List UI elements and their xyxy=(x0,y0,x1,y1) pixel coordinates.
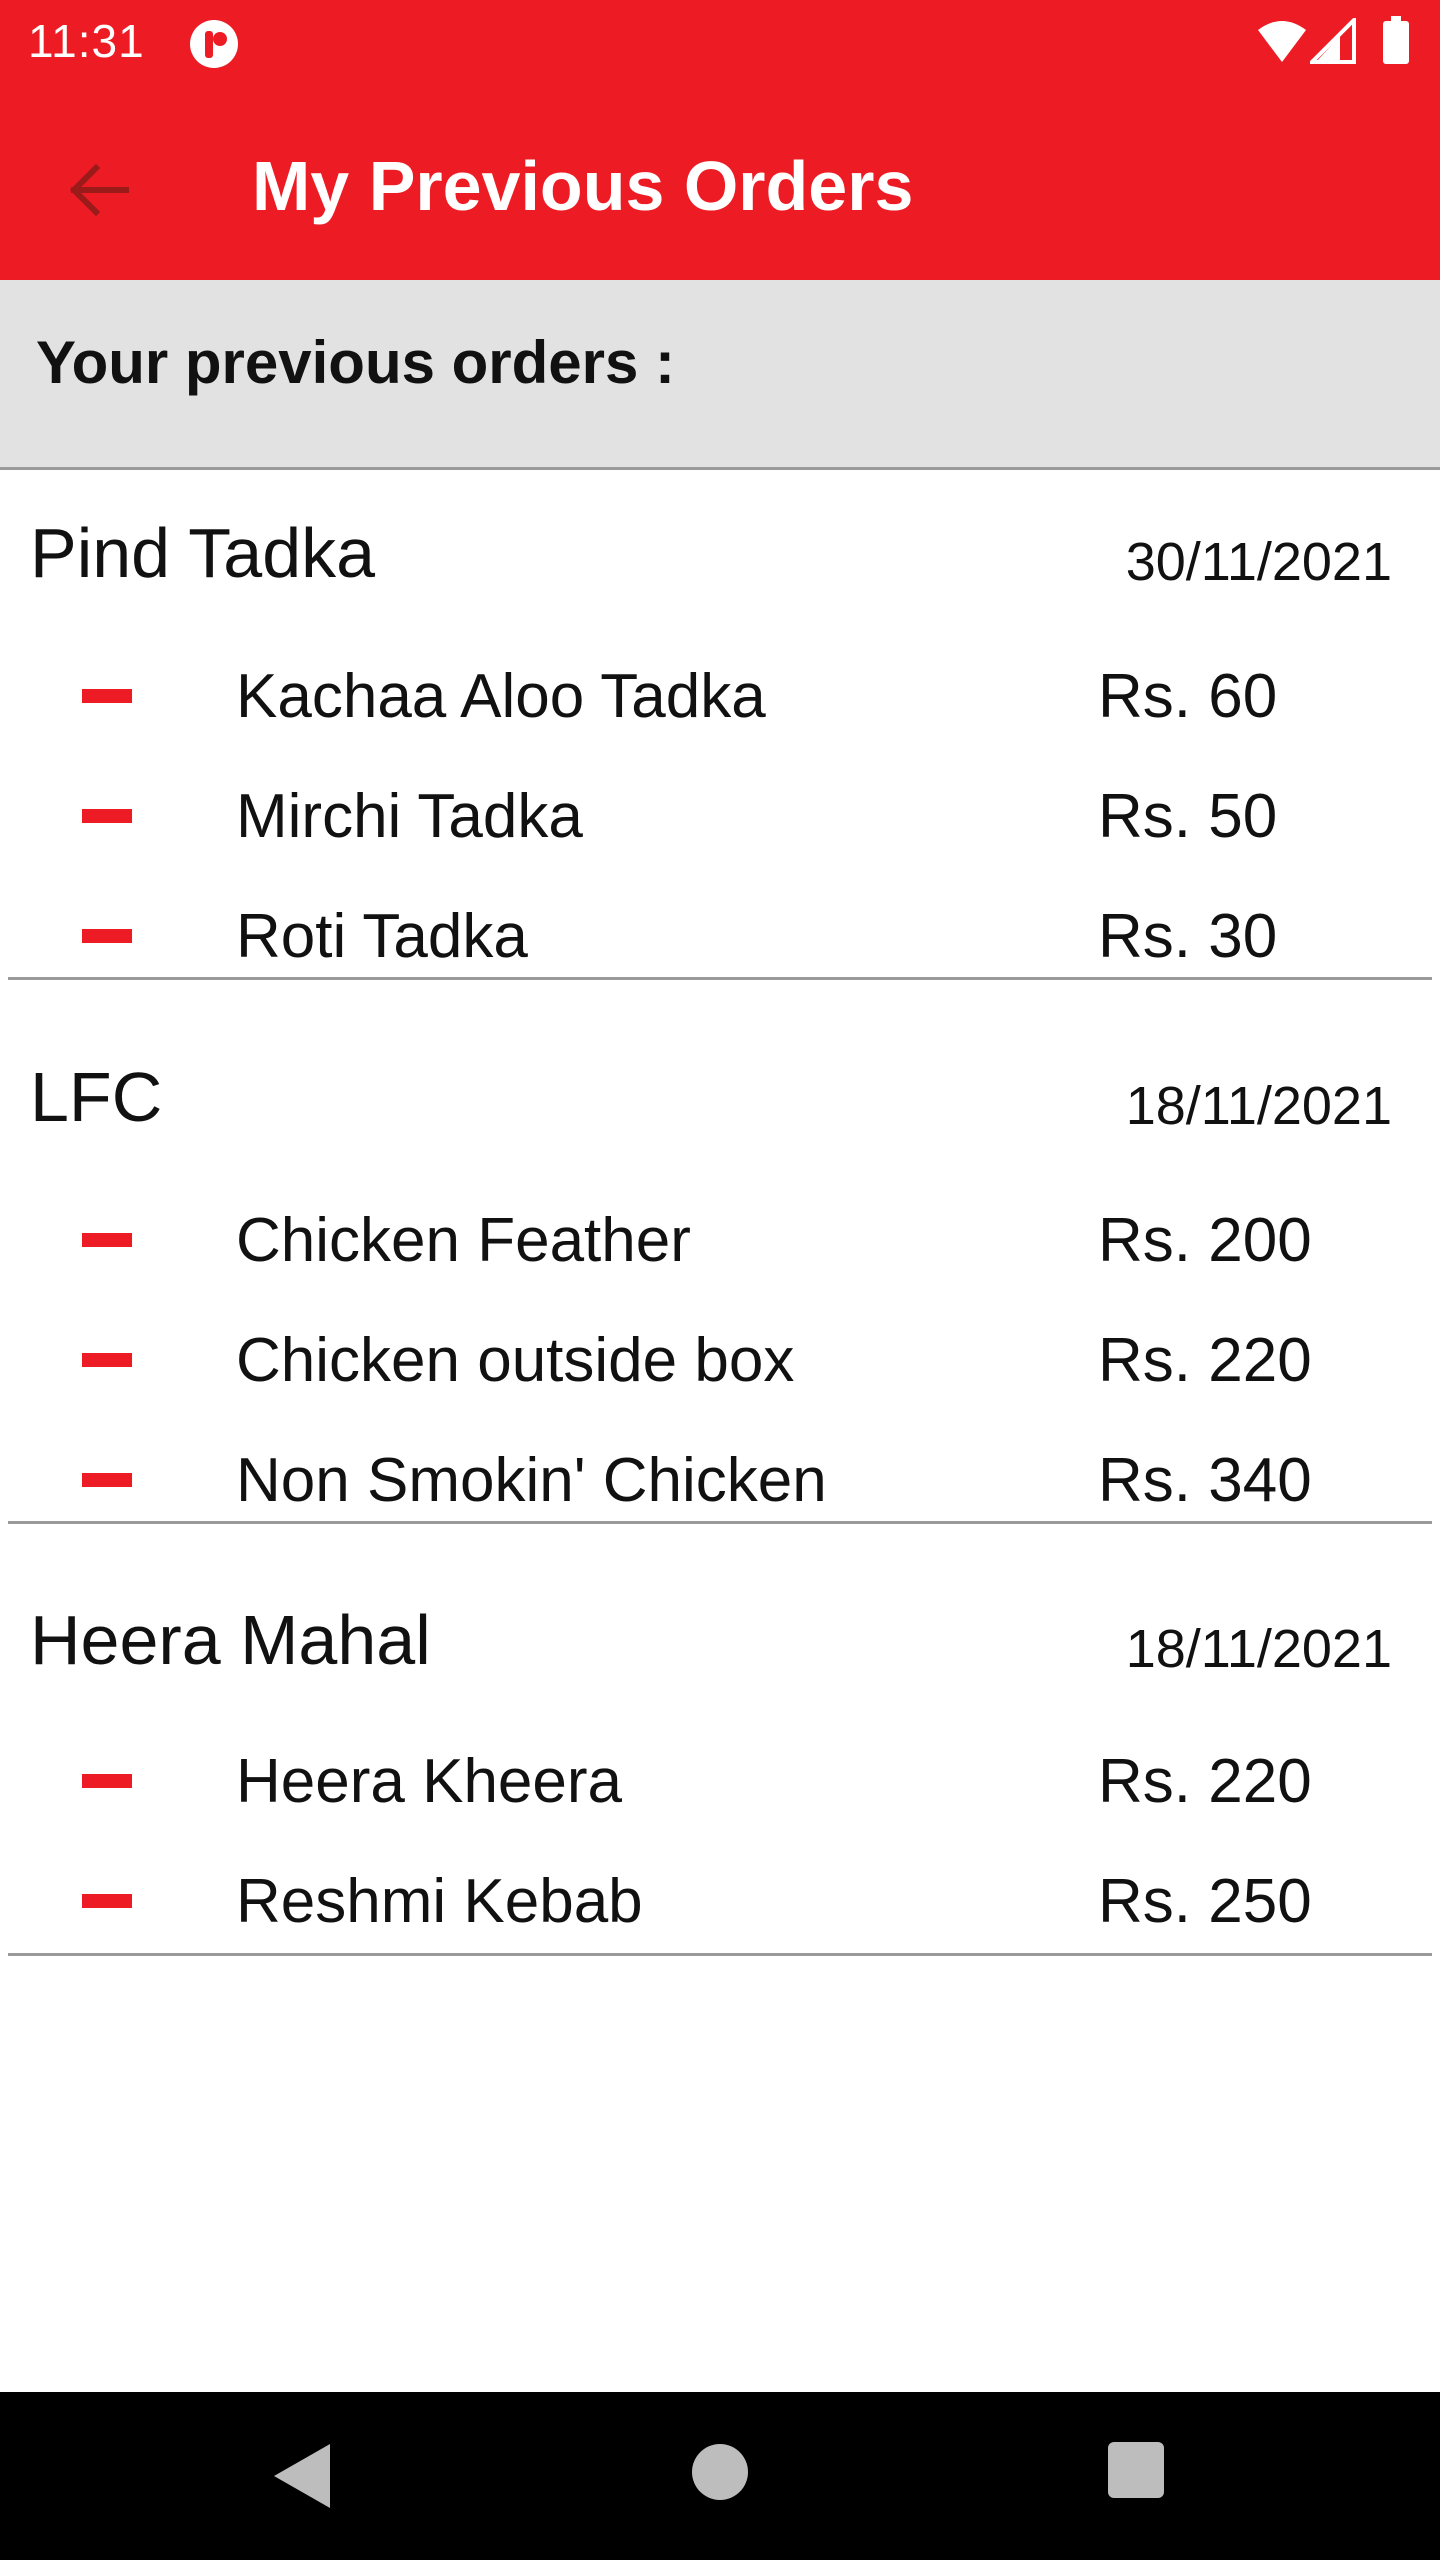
item-price: Rs. 50 xyxy=(1098,782,1278,851)
order-item-row: Kachaa Aloo Tadka Rs. 60 xyxy=(0,647,1440,757)
order-date: 18/11/2021 xyxy=(1125,1076,1392,1136)
back-button[interactable] xyxy=(50,142,146,238)
status-bar: 11:31 xyxy=(0,0,1440,84)
nav-back-icon[interactable] xyxy=(272,2442,332,2510)
restaurant-name: Heera Mahal xyxy=(30,1601,431,1679)
item-name: Non Smokin' Chicken xyxy=(236,1446,827,1515)
item-price: Rs. 220 xyxy=(1098,1326,1312,1395)
dash-icon xyxy=(82,1473,132,1487)
arrow-back-icon xyxy=(69,163,129,217)
order-item-row: Reshmi Kebab Rs. 250 xyxy=(0,1852,1440,1956)
order-item-row: Mirchi Tadka Rs. 50 xyxy=(0,767,1440,877)
order-date: 18/11/2021 xyxy=(1125,1619,1392,1679)
cell-signal-icon xyxy=(1310,18,1356,64)
order-item-row: Chicken outside box Rs. 220 xyxy=(0,1311,1440,1421)
order-card[interactable]: Pind Tadka 30/11/2021 Kachaa Aloo Tadka … xyxy=(0,473,1440,980)
app-notification-icon xyxy=(190,20,238,68)
dash-icon xyxy=(82,1233,132,1247)
battery-icon xyxy=(1383,16,1409,64)
page-title: My Previous Orders xyxy=(252,147,914,225)
order-card[interactable]: LFC 18/11/2021 Chicken Feather Rs. 200 C… xyxy=(0,1017,1440,1524)
order-item-row: Heera Kheera Rs. 220 xyxy=(0,1732,1440,1842)
item-price: Rs. 340 xyxy=(1098,1446,1312,1515)
divider xyxy=(8,1953,1432,1956)
order-item-row: Non Smokin' Chicken Rs. 340 xyxy=(0,1431,1440,1524)
item-price: Rs. 60 xyxy=(1098,662,1278,731)
item-name: Mirchi Tadka xyxy=(236,782,583,851)
section-header: Your previous orders : xyxy=(0,280,1440,470)
dash-icon xyxy=(82,689,132,703)
item-name: Chicken outside box xyxy=(236,1326,795,1395)
dash-icon xyxy=(82,1894,132,1908)
item-price: Rs. 30 xyxy=(1098,902,1278,971)
item-price: Rs. 250 xyxy=(1098,1867,1312,1936)
divider xyxy=(8,1521,1432,1524)
restaurant-name: LFC xyxy=(30,1058,163,1136)
nav-recents-icon[interactable] xyxy=(1108,2442,1164,2498)
order-item-row: Chicken Feather Rs. 200 xyxy=(0,1191,1440,1301)
order-date: 30/11/2021 xyxy=(1125,532,1392,592)
order-item-row: Roti Tadka Rs. 30 xyxy=(0,887,1440,980)
system-nav-bar xyxy=(0,2392,1440,2560)
dash-icon xyxy=(82,1774,132,1788)
item-name: Kachaa Aloo Tadka xyxy=(236,662,766,731)
nav-home-icon[interactable] xyxy=(692,2444,748,2500)
dash-icon xyxy=(82,809,132,823)
item-price: Rs. 200 xyxy=(1098,1206,1312,1275)
dash-icon xyxy=(82,929,132,943)
section-header-label: Your previous orders : xyxy=(36,329,676,396)
restaurant-name: Pind Tadka xyxy=(30,514,376,592)
item-name: Roti Tadka xyxy=(236,902,528,971)
divider xyxy=(8,977,1432,980)
status-time: 11:31 xyxy=(28,15,145,67)
dash-icon xyxy=(82,1353,132,1367)
order-card[interactable]: Heera Mahal 18/11/2021 Heera Kheera Rs. … xyxy=(0,1560,1440,1956)
item-price: Rs. 220 xyxy=(1098,1747,1312,1816)
item-name: Reshmi Kebab xyxy=(236,1867,643,1936)
wifi-icon xyxy=(1258,21,1306,62)
app-bar: My Previous Orders xyxy=(0,84,1440,280)
item-name: Heera Kheera xyxy=(236,1747,623,1816)
item-name: Chicken Feather xyxy=(236,1206,691,1275)
